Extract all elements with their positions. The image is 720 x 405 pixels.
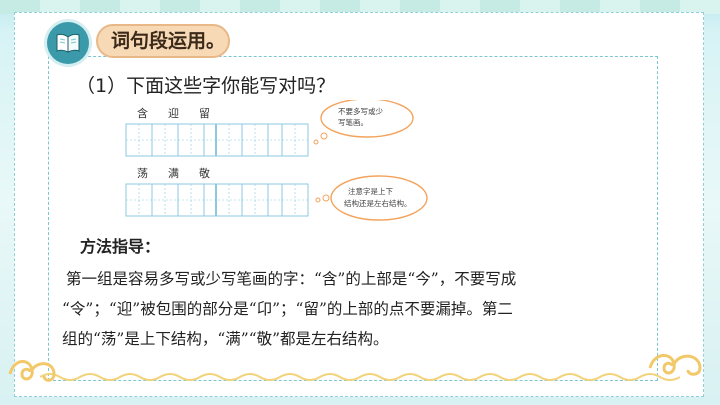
row1-grid (125, 123, 309, 157)
row2-grid (125, 183, 309, 217)
hint-bubble-1: 不要多写或少 写笔画。 (313, 100, 414, 145)
hint-bubble-1-line1: 不要多写或少 (338, 106, 383, 116)
row2-char-1: 荡 (137, 167, 148, 180)
question-text: （1）下面这些字你能写对吗？ (76, 75, 336, 97)
method-line-3: 组的“荡”是上下结构，“满”“敬”都是左右结构。 (62, 330, 389, 348)
row1-char-1: 含 (137, 106, 148, 120)
header-badge (47, 22, 89, 64)
flourish-right-decor (648, 354, 702, 376)
flourish-left-decor (8, 360, 56, 382)
hint-bubble-2-line1: 注意字是上下 (348, 186, 393, 196)
row1-char-2: 迎 (168, 107, 179, 120)
row2-char-2: 满 (168, 167, 179, 180)
hint-bubble-2: 注意字是上下 结构还是左右结构。 (315, 175, 428, 221)
row2-char-3: 敬 (199, 167, 210, 180)
method-line-2: “令”；“迎”被包围的部分是“卬”；“留”的上部的点不要漏掉。第二 (62, 300, 513, 318)
method-paragraph: 第一组是容易多写或少写笔画的字：“含”的上部是“今”，不要写成 “令”；“迎”被… (62, 264, 652, 354)
hint-bubble-1-line2: 写笔画。 (338, 117, 368, 127)
method-line-1: 第一组是容易多写或少写笔画的字：“含”的上部是“今”，不要写成 (66, 270, 517, 288)
hint-bubble-2-line2: 结构还是左右结构。 (344, 198, 412, 208)
book-icon (56, 33, 80, 53)
writing-grid-illustration: 含 迎 留 不要多写或少 写笔画。 荡 满 敬 注意字是上下 结构还是左右结构。 (125, 100, 428, 221)
method-title: 方法指导： (80, 237, 161, 256)
section-title: 词句段运用。 (111, 30, 226, 52)
wave-divider (40, 373, 680, 381)
row1-char-3: 留 (199, 107, 210, 120)
